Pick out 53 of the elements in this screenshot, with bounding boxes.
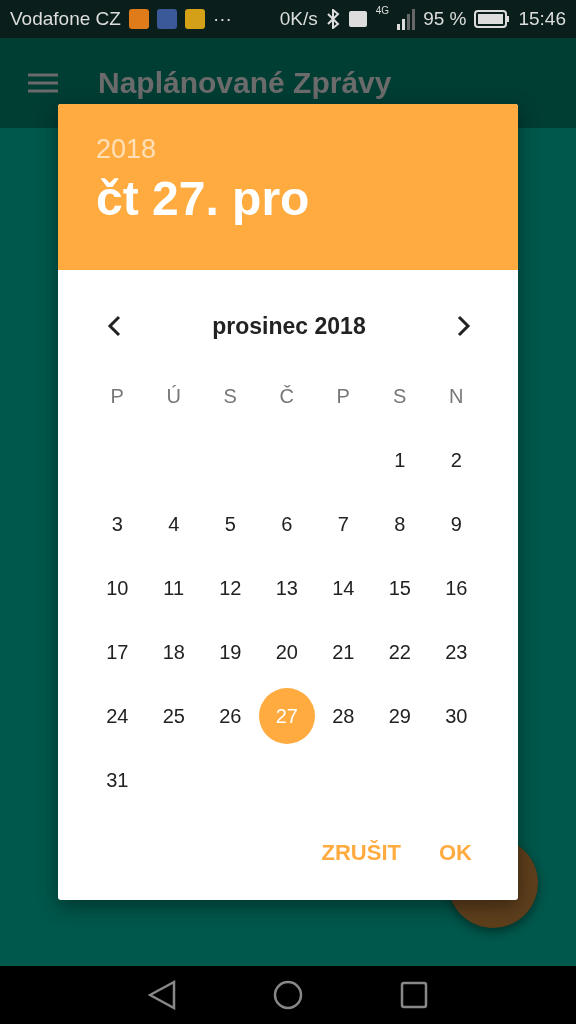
calendar-day[interactable]: 13: [258, 560, 315, 616]
network-type: 4G: [375, 5, 390, 16]
month-title: prosinec 2018: [212, 312, 366, 340]
calendar-day[interactable]: 6: [258, 496, 315, 552]
calendar-day[interactable]: 15: [371, 560, 428, 616]
calendar-day[interactable]: 1: [371, 432, 428, 488]
calendar-day[interactable]: 29: [371, 688, 428, 744]
calendar-day[interactable]: 2: [428, 432, 485, 488]
calendar-day[interactable]: 19: [202, 624, 259, 680]
carrier-name: Vodafone CZ: [10, 8, 121, 30]
calendar-day[interactable]: 10: [89, 560, 146, 616]
calendar-day[interactable]: 21: [315, 624, 372, 680]
calendar-day[interactable]: 17: [89, 624, 146, 680]
battery-icon: [474, 10, 511, 28]
weekday-label: Ú: [166, 384, 181, 408]
back-icon[interactable]: [148, 980, 177, 1010]
app-title: Naplánované Zprávy: [98, 66, 392, 100]
clock: 15:46: [518, 8, 566, 30]
weekday-label: S: [223, 384, 237, 408]
more-notifications: ···: [212, 8, 232, 30]
calendar-day[interactable]: 22: [371, 624, 428, 680]
next-month-icon[interactable]: [456, 314, 472, 338]
calendar-day[interactable]: 23: [428, 624, 485, 680]
calendar-day[interactable]: 26: [202, 688, 259, 744]
signal-icon: [397, 8, 416, 30]
calendar-day[interactable]: 12: [202, 560, 259, 616]
calendar-day[interactable]: 11: [145, 560, 202, 616]
calendar-day[interactable]: 9: [428, 496, 485, 552]
recents-icon[interactable]: [399, 981, 428, 1009]
calendar-day[interactable]: 16: [428, 560, 485, 616]
calendar-day[interactable]: 7: [315, 496, 372, 552]
calendar-day[interactable]: 8: [371, 496, 428, 552]
weekday-label: P: [110, 384, 124, 408]
network-speed: 0K/s: [279, 8, 318, 30]
calendar-day[interactable]: 20: [258, 624, 315, 680]
calendar-day[interactable]: 5: [202, 496, 259, 552]
calendar-day[interactable]: 28: [315, 688, 372, 744]
weekday-label: Č: [279, 384, 294, 408]
weekday-label: N: [449, 384, 464, 408]
weekday-label: P: [336, 384, 350, 408]
calendar-day[interactable]: 18: [145, 624, 202, 680]
calendar-day[interactable]: 3: [89, 496, 146, 552]
home-icon[interactable]: [273, 980, 303, 1010]
weekday-label: S: [393, 384, 407, 408]
calendar-day[interactable]: 14: [315, 560, 372, 616]
calendar-day[interactable]: 31: [89, 752, 146, 808]
battery-percent: 95 %: [423, 8, 467, 30]
calendar-day[interactable]: 24: [89, 688, 146, 744]
calendar-day[interactable]: 30: [428, 688, 485, 744]
calendar-day[interactable]: 4: [145, 496, 202, 552]
previous-month-icon[interactable]: [106, 314, 122, 338]
calendar-day[interactable]: 25: [145, 688, 202, 744]
bluetooth-icon: [325, 9, 340, 29]
